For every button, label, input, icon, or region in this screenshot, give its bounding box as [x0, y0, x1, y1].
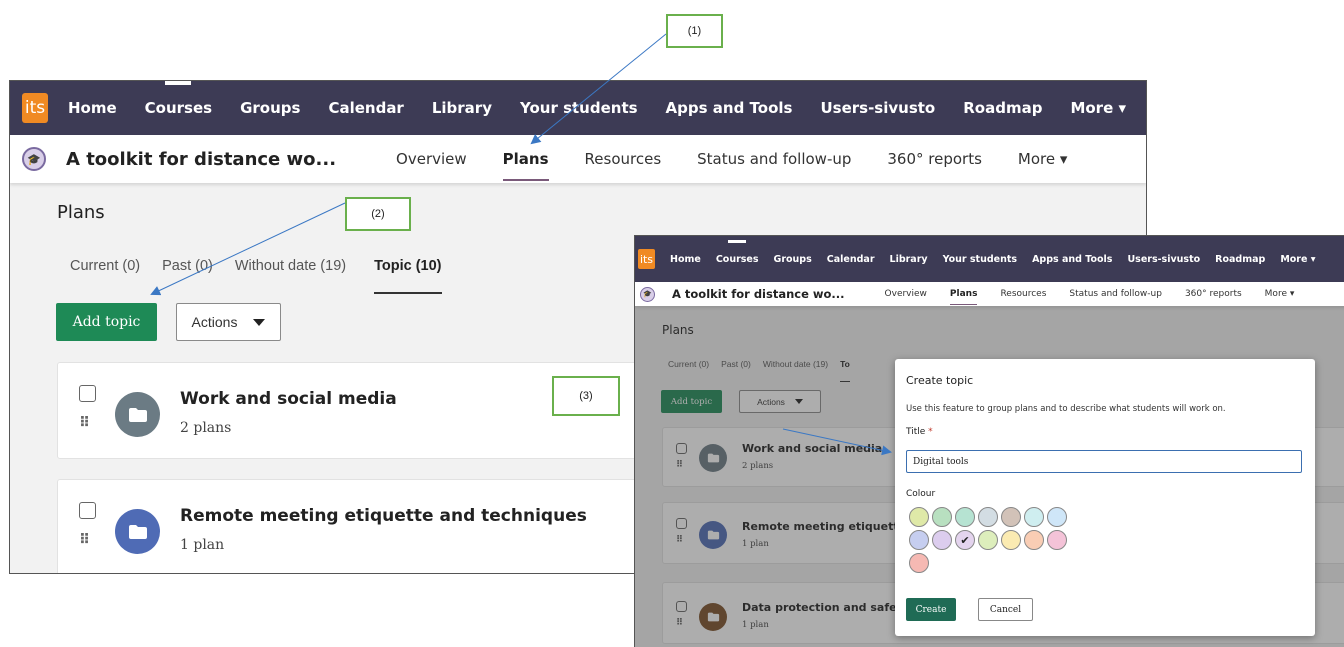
colour-swatch[interactable] — [955, 507, 975, 527]
colour-swatch[interactable] — [932, 530, 952, 550]
course-navigation: 🎓 A toolkit for distance wo... Overview … — [635, 282, 1344, 306]
title-label: Title * — [906, 427, 933, 437]
colour-swatch[interactable] — [1024, 530, 1044, 550]
course-tab-status[interactable]: Status and follow-up — [697, 150, 851, 168]
required-marker: * — [928, 427, 933, 437]
callout-2: (2) — [345, 197, 411, 231]
top-navigation: its Home Courses Groups Calendar Library… — [635, 236, 1344, 282]
course-tab-resources[interactable]: Resources — [1000, 289, 1046, 299]
nav-courses[interactable]: Courses — [145, 99, 212, 117]
colour-swatch[interactable] — [909, 530, 929, 550]
colour-swatch[interactable] — [909, 507, 929, 527]
actions-dropdown[interactable]: Actions — [176, 303, 281, 341]
nav-home[interactable]: Home — [68, 99, 117, 117]
drag-handle-icon[interactable]: ⠿ — [79, 415, 90, 431]
nav-calendar[interactable]: Calendar — [827, 254, 875, 265]
its-logo[interactable]: its — [22, 93, 48, 123]
colour-swatch[interactable] — [932, 507, 952, 527]
plan-tabs: Current (0) Past (0) Without date (19) T… — [70, 258, 464, 294]
colour-swatch[interactable] — [978, 507, 998, 527]
topic-title[interactable]: Remote meeting etiquette and techniques — [180, 506, 587, 526]
nav-apps-and-tools[interactable]: Apps and Tools — [666, 99, 793, 117]
dialog-description: Use this feature to group plans and to d… — [906, 404, 1226, 414]
create-button[interactable]: Create — [906, 598, 956, 621]
tab-current[interactable]: Current (0) — [70, 258, 140, 274]
course-tab-overview[interactable]: Overview — [396, 150, 467, 168]
topic-card[interactable]: ⠿ Remote meeting etiquette and technique… — [57, 479, 717, 573]
colour-swatch[interactable] — [1047, 507, 1067, 527]
checkmark-icon: ✔ — [960, 534, 970, 547]
cancel-button[interactable]: Cancel — [978, 598, 1033, 621]
colour-swatch[interactable] — [1001, 507, 1021, 527]
folder-icon — [115, 392, 160, 437]
nav-more[interactable]: More ▾ — [1280, 254, 1315, 265]
actions-label: Actions — [191, 314, 238, 330]
top-navigation: its Home Courses Groups Calendar Library… — [10, 81, 1146, 135]
course-tab-resources[interactable]: Resources — [585, 150, 662, 168]
folder-icon — [115, 509, 160, 554]
nav-groups[interactable]: Groups — [774, 254, 812, 265]
course-navigation: 🎓 A toolkit for distance wo... Overview … — [10, 135, 1146, 183]
nav-roadmap[interactable]: Roadmap — [963, 99, 1042, 117]
page-title: Plans — [57, 202, 105, 223]
drag-handle-icon[interactable]: ⠿ — [79, 532, 90, 548]
course-tab-more[interactable]: More ▾ — [1018, 150, 1067, 168]
graduation-cap-icon: 🎓 — [22, 147, 46, 171]
topic-checkbox[interactable] — [79, 385, 96, 402]
tab-topic[interactable]: Topic (10) — [374, 258, 442, 294]
title-label-text: Title — [906, 427, 926, 437]
colour-swatch[interactable] — [909, 553, 929, 573]
dialog-screenshot: its Home Courses Groups Calendar Library… — [634, 235, 1344, 647]
colour-swatch[interactable] — [1024, 507, 1044, 527]
tab-past[interactable]: Past (0) — [162, 258, 213, 274]
callout-3: (3) — [552, 376, 620, 416]
nav-home[interactable]: Home — [670, 254, 701, 265]
its-logo[interactable]: its — [638, 249, 655, 269]
nav-groups[interactable]: Groups — [240, 99, 300, 117]
nav-courses[interactable]: Courses — [716, 254, 759, 265]
callout-1: (1) — [666, 14, 723, 48]
title-input[interactable]: Digital tools — [906, 450, 1302, 473]
nav-more[interactable]: More ▾ — [1070, 99, 1126, 117]
nav-users-sivusto[interactable]: Users-sivusto — [820, 99, 935, 117]
topic-checkbox[interactable] — [79, 502, 96, 519]
dialog-title: Create topic — [906, 374, 974, 387]
create-topic-dialog: Create topic Use this feature to group p… — [895, 359, 1315, 636]
topic-title[interactable]: Work and social media — [180, 389, 397, 409]
colour-swatch[interactable] — [1001, 530, 1021, 550]
course-tab-overview[interactable]: Overview — [885, 289, 927, 299]
colour-swatch[interactable] — [978, 530, 998, 550]
course-tab-360-reports[interactable]: 360° reports — [1185, 289, 1242, 299]
nav-apps-and-tools[interactable]: Apps and Tools — [1032, 254, 1112, 265]
nav-users-sivusto[interactable]: Users-sivusto — [1127, 254, 1200, 265]
nav-your-students[interactable]: Your students — [943, 254, 1017, 265]
course-tab-more[interactable]: More ▾ — [1265, 289, 1295, 299]
course-title[interactable]: A toolkit for distance wo... — [66, 149, 336, 170]
colour-label: Colour — [906, 489, 936, 499]
nav-your-students[interactable]: Your students — [520, 99, 638, 117]
tab-without-date[interactable]: Without date (19) — [235, 258, 346, 274]
caret-down-icon — [253, 318, 266, 326]
nav-library[interactable]: Library — [432, 99, 492, 117]
topic-plan-count: 1 plan — [180, 537, 225, 553]
nav-library[interactable]: Library — [890, 254, 928, 265]
nav-roadmap[interactable]: Roadmap — [1215, 254, 1265, 265]
colour-swatch[interactable]: ✔ — [955, 530, 975, 550]
nav-calendar[interactable]: Calendar — [328, 99, 403, 117]
topic-plan-count: 2 plans — [180, 420, 232, 436]
course-title[interactable]: A toolkit for distance wo... — [672, 287, 845, 301]
graduation-cap-icon: 🎓 — [640, 286, 655, 302]
course-tab-plans[interactable]: Plans — [502, 150, 549, 181]
course-tab-plans[interactable]: Plans — [949, 289, 977, 305]
course-tab-360-reports[interactable]: 360° reports — [887, 150, 982, 168]
add-topic-button[interactable]: Add topic — [56, 303, 157, 341]
title-input-value: Digital tools — [913, 456, 969, 467]
colour-swatch[interactable] — [1047, 530, 1067, 550]
course-tab-status[interactable]: Status and follow-up — [1069, 289, 1162, 299]
